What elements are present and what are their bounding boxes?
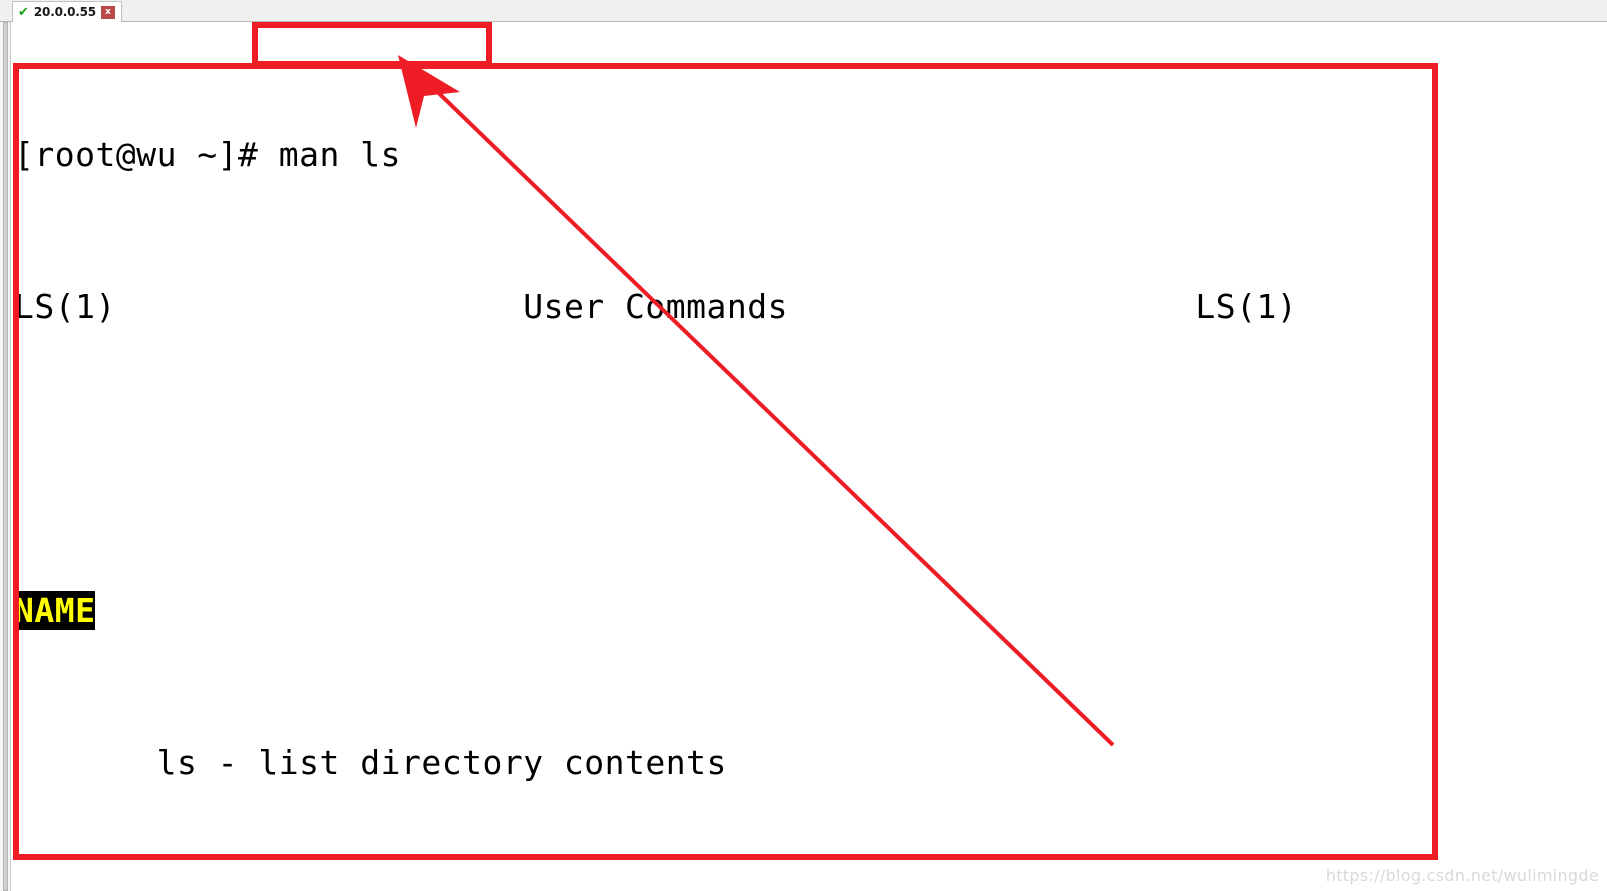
manpage-header-left: LS(1) [14, 287, 116, 326]
name-description-text: ls - list directory contents [14, 743, 727, 782]
manpage-header-gap [116, 287, 523, 326]
manpage-header-line: LS(1) User Commands LS(1) [11, 288, 1607, 326]
manpage-header-right: LS(1) [1195, 287, 1298, 326]
vertical-scrollbar[interactable] [0, 22, 11, 891]
manpage-header-center: User Commands [523, 287, 788, 326]
terminal-output[interactable]: [root@wu ~]# man ls LS(1) User Commands … [11, 22, 1607, 891]
manpage-header-gap2 [788, 287, 1195, 326]
session-tab[interactable]: ✔ 20.0.0.55 x [12, 1, 122, 22]
watermark-text: https://blog.csdn.net/wulimingde [1325, 866, 1599, 885]
close-icon[interactable]: x [100, 5, 115, 19]
scrollbar-thumb[interactable] [3, 22, 8, 891]
window-tab-strip: ✔ 20.0.0.55 x [0, 0, 1607, 22]
session-tab-label: 20.0.0.55 [33, 5, 96, 19]
prompt-text: [root@wu ~]# man ls [14, 135, 401, 174]
prompt-line: [root@wu ~]# man ls [11, 136, 1607, 174]
check-icon: ✔ [18, 4, 29, 20]
spacer-row [11, 440, 1607, 478]
name-description-line: ls - list directory contents [11, 744, 1607, 782]
section-title-name: NAME [14, 591, 96, 630]
section-name-heading: NAME [11, 591, 1607, 630]
